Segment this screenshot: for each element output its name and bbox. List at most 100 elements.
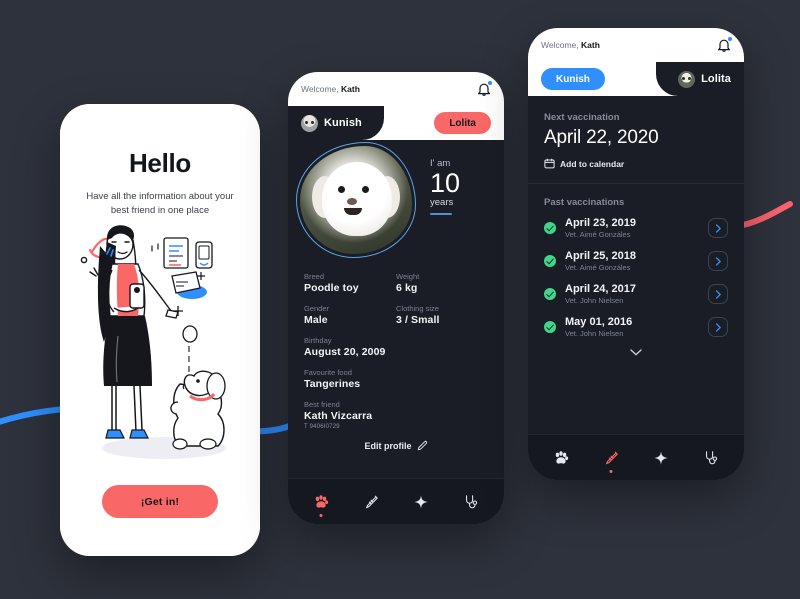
paw-icon xyxy=(555,450,569,464)
notification-badge xyxy=(728,36,732,41)
field-value: Male xyxy=(304,314,328,326)
chevron-right-icon xyxy=(715,256,721,266)
nav-sparkle[interactable] xyxy=(413,494,429,510)
topbar: Welcome, Kath xyxy=(288,72,504,106)
pet-tabs: Kunish Lolita xyxy=(528,62,744,96)
add-to-calendar-label: Add to calendar xyxy=(560,158,625,169)
paw-icon xyxy=(315,494,329,508)
notifications-button[interactable] xyxy=(477,80,492,97)
field-value: August 20, 2009 xyxy=(304,346,386,358)
vaccination-detail-button[interactable] xyxy=(708,317,728,337)
pet-details: Breed Poodle toy Weight 6 kg Gender Male xyxy=(288,266,504,451)
field-label: Clothing size xyxy=(396,304,439,313)
field-breed: Breed Poodle toy xyxy=(304,272,396,294)
field-label: Best friend xyxy=(304,400,340,409)
field-weight: Weight 6 kg xyxy=(396,272,488,294)
pet-profile-screen: Welcome, Kath Kunish Lolita I' am 10 yea… xyxy=(288,72,504,524)
vaccinations-screen: Welcome, Kath Kunish Lolita Next vaccina… xyxy=(528,28,744,480)
nav-stethoscope[interactable] xyxy=(463,494,479,510)
status-check-icon xyxy=(544,321,556,333)
avatar xyxy=(678,70,696,88)
nav-syringe[interactable] xyxy=(603,450,619,473)
chevron-down-icon xyxy=(630,349,642,356)
vaccination-row[interactable]: April 25, 2018 Vet. Aimé Gonzáles xyxy=(544,250,728,272)
vaccination-info: April 24, 2017 Vet. John Nielsen xyxy=(565,283,708,305)
phone-pet-profile: Welcome, Kath Kunish Lolita I' am 10 yea… xyxy=(288,72,504,524)
syringe-icon xyxy=(605,451,618,464)
nav-stethoscope[interactable] xyxy=(703,450,719,466)
notifications-button[interactable] xyxy=(717,36,732,53)
status-check-icon xyxy=(544,222,556,234)
nav-paw[interactable] xyxy=(553,450,569,466)
stethoscope-icon xyxy=(466,494,478,508)
nav-paw[interactable] xyxy=(313,494,329,517)
edit-profile-button[interactable]: Edit profile xyxy=(304,440,488,451)
calendar-icon xyxy=(544,158,555,169)
field-label: Weight xyxy=(396,272,420,281)
next-vaccination-date: April 22, 2020 xyxy=(544,127,659,148)
field-label: Birthday xyxy=(304,336,332,345)
pet-age: I' am 10 years xyxy=(430,158,488,216)
expand-more-button[interactable] xyxy=(544,349,728,356)
bottom-nav xyxy=(288,478,504,524)
topbar: Welcome, Kath xyxy=(528,28,744,62)
stethoscope-icon xyxy=(706,450,718,464)
vaccination-detail-button[interactable] xyxy=(708,284,728,304)
pet-hero: I' am 10 years xyxy=(288,140,504,266)
past-vaccinations-section: Past vaccinations April 23, 2019 Vet. Ai… xyxy=(528,184,744,356)
status-check-icon xyxy=(544,288,556,300)
field-birthday: Birthday August 20, 2009 xyxy=(304,336,488,358)
tab-kunish-label: Kunish xyxy=(324,117,362,129)
user-name: Kath xyxy=(581,40,600,50)
onboarding-subtitle: Have all the information about your best… xyxy=(86,191,234,217)
page-title: Hello xyxy=(128,148,192,178)
avatar xyxy=(301,114,318,132)
profile-body: I' am 10 years Breed Poodle toy Weight 6… xyxy=(288,140,504,524)
tab-kunish[interactable]: Kunish xyxy=(288,106,384,140)
nav-active-dot xyxy=(609,469,613,473)
detail-row: Birthday August 20, 2009 xyxy=(304,336,488,358)
field-label: Gender xyxy=(304,304,330,313)
field-value: Kath Vizcarra xyxy=(304,410,373,422)
phone-onboarding: Hello Have all the information about you… xyxy=(60,104,260,556)
vaccination-date: April 24, 2017 xyxy=(565,283,636,295)
vaccination-date: April 23, 2019 xyxy=(565,217,636,229)
detail-row: Best friend Kath Vizcarra T 9406I0729 xyxy=(304,400,488,430)
vaccination-info: May 01, 2016 Vet. John Nielsen xyxy=(565,316,708,338)
chevron-right-icon xyxy=(715,223,721,233)
field-label: Favourite food xyxy=(304,368,352,377)
photo-ring-decoration xyxy=(296,142,416,258)
nav-syringe[interactable] xyxy=(363,494,379,510)
age-underline xyxy=(430,213,452,216)
welcome-prefix: Welcome, xyxy=(301,84,339,94)
vaccination-detail-button[interactable] xyxy=(708,251,728,271)
tab-lolita[interactable]: Lolita xyxy=(656,62,744,96)
tab-lolita[interactable]: Lolita xyxy=(434,112,491,134)
vaccination-detail-button[interactable] xyxy=(708,218,728,238)
field-value: Tangerines xyxy=(304,378,361,390)
vaccinations-body: Next vaccination April 22, 2020 Add to c… xyxy=(528,96,744,480)
pencil-icon xyxy=(417,440,427,451)
vaccination-row[interactable]: April 23, 2019 Vet. Aimé Gonzáles xyxy=(544,217,728,239)
get-in-button[interactable]: ¡Get in! xyxy=(102,485,218,518)
age-unit: years xyxy=(430,197,454,209)
age-value: 10 xyxy=(430,168,461,198)
vaccination-row[interactable]: May 01, 2016 Vet. John Nielsen xyxy=(544,316,728,338)
vaccination-row[interactable]: April 24, 2017 Vet. John Nielsen xyxy=(544,283,728,305)
best-friend-id: T 9406I0729 xyxy=(304,424,340,430)
notification-badge xyxy=(488,80,492,85)
detail-row: Breed Poodle toy Weight 6 kg xyxy=(304,272,488,294)
user-name: Kath xyxy=(341,84,360,94)
vaccination-info: April 23, 2019 Vet. Aimé Gonzáles xyxy=(565,217,708,239)
add-to-calendar-button[interactable]: Add to calendar xyxy=(544,158,728,169)
nav-sparkle[interactable] xyxy=(653,450,669,466)
sparkle-icon xyxy=(414,494,428,509)
tab-lolita-label: Lolita xyxy=(701,73,731,85)
chevron-right-icon xyxy=(715,322,721,332)
vaccination-vet: Vet. Aimé Gonzáles xyxy=(565,230,631,239)
field-label: Breed xyxy=(304,272,325,281)
field-clothing-size: Clothing size 3 / Small xyxy=(396,304,488,326)
tab-kunish[interactable]: Kunish xyxy=(541,68,605,90)
sparkle-icon xyxy=(654,450,668,465)
pet-tabs: Kunish Lolita xyxy=(288,106,504,140)
